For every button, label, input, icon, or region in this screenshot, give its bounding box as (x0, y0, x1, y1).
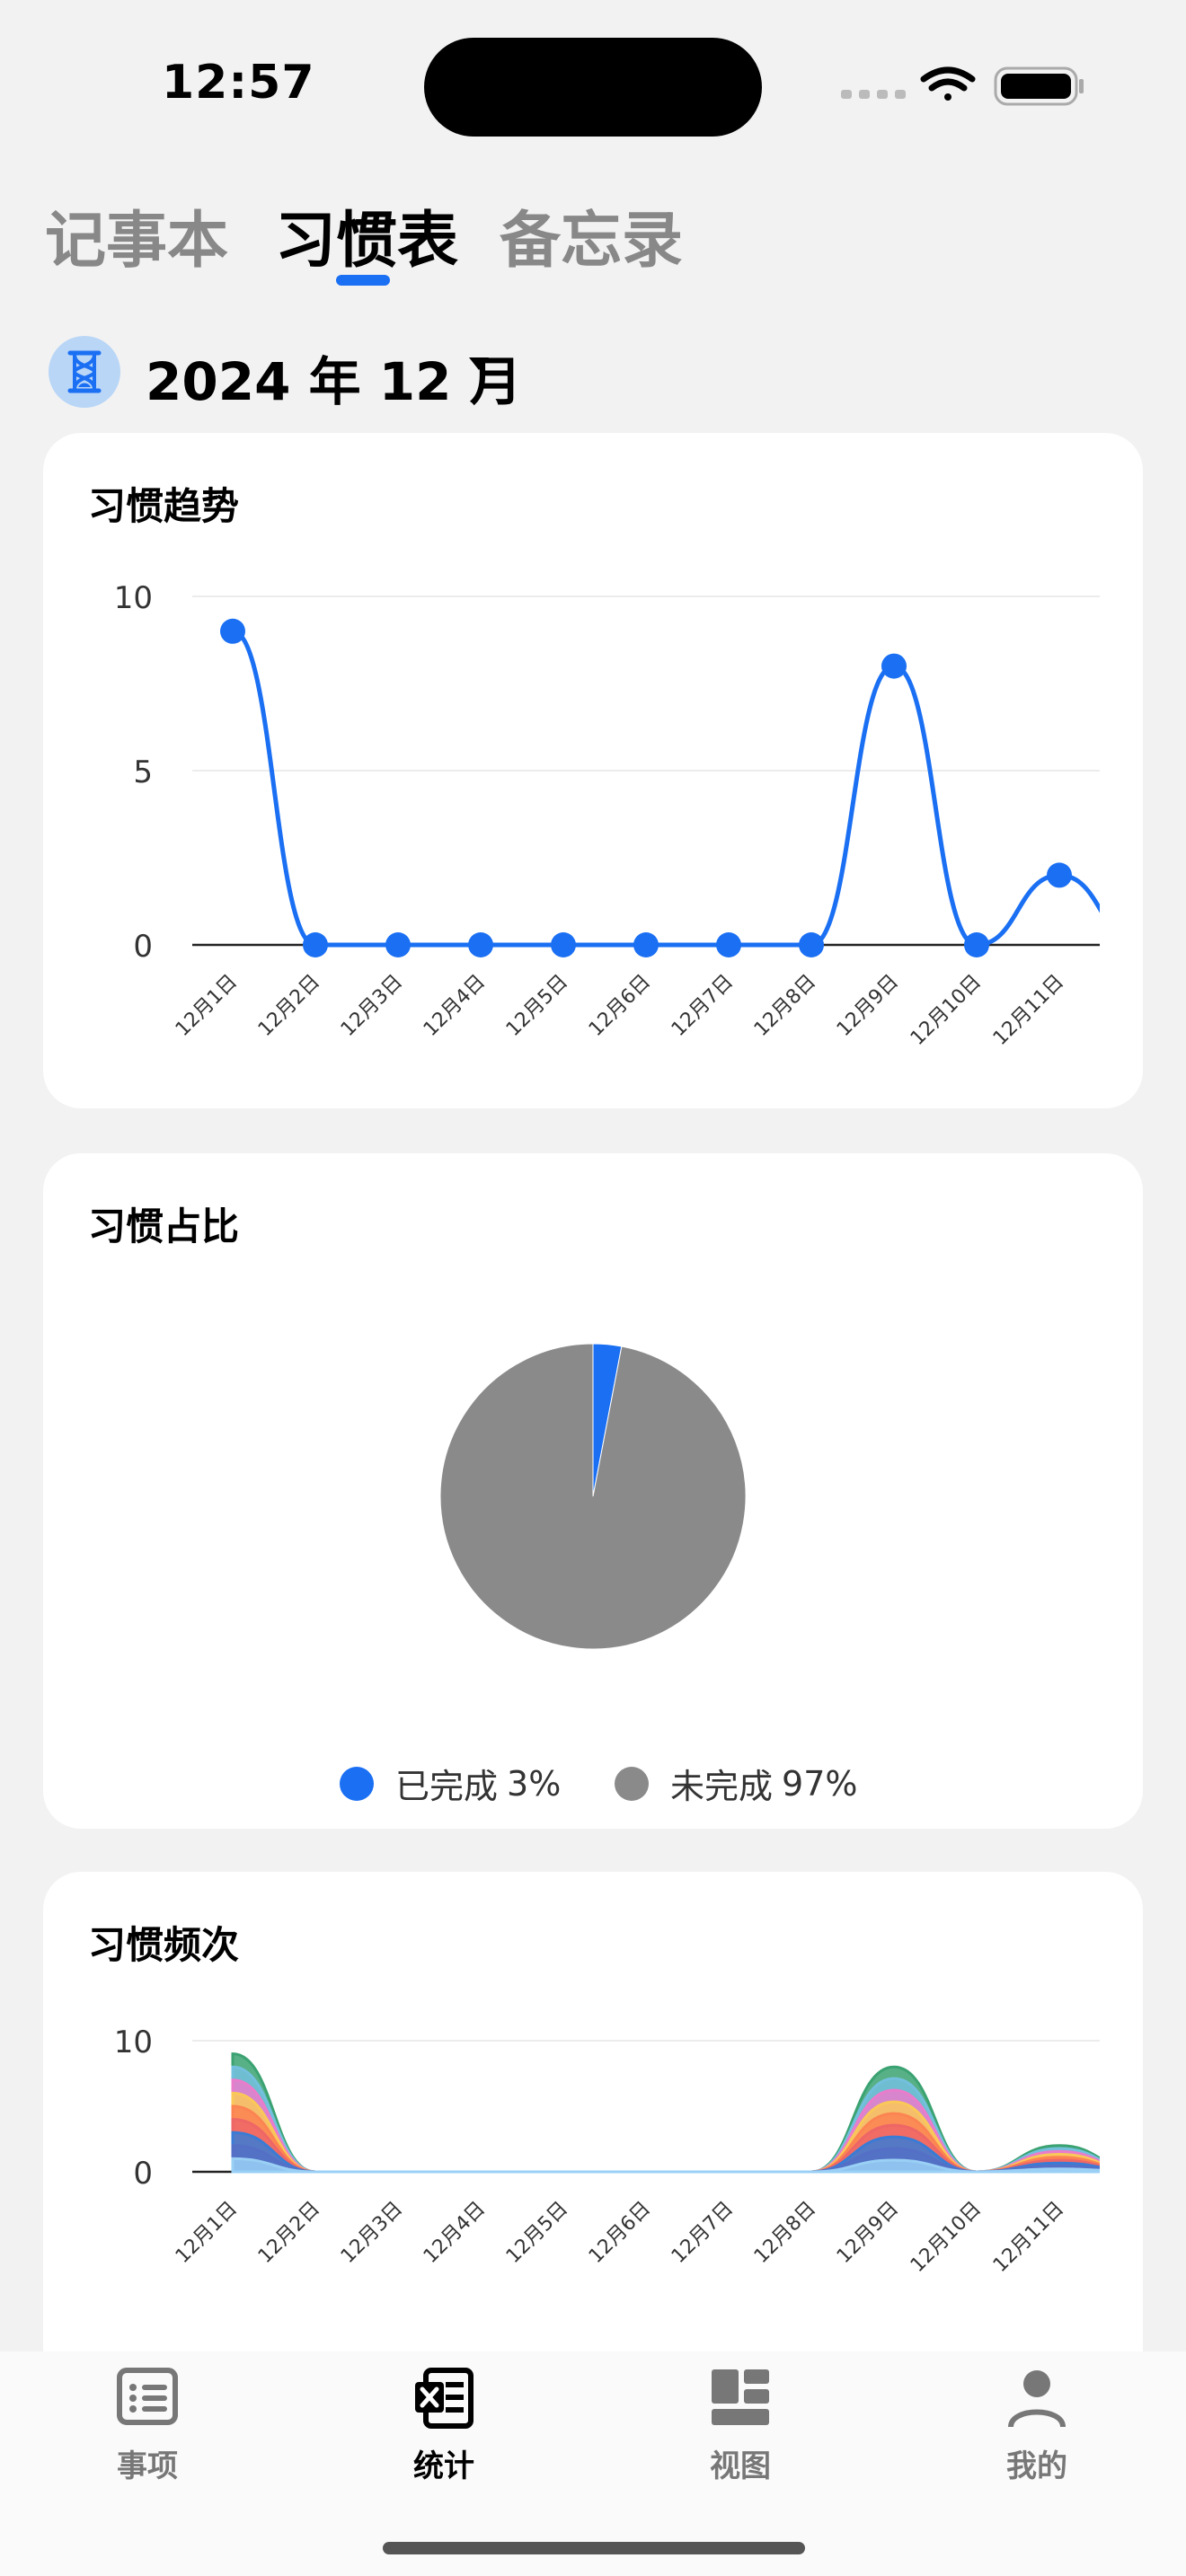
trend-card: 习惯趋势 0 5 10 12月1日 12月2日 12月3日 12月4日 12月5日 12月6日 1… (43, 433, 1143, 1108)
x-tick-label: 12月3日 (337, 2198, 407, 2268)
list-icon (117, 2368, 178, 2425)
x-tick-label: 12月11日 (989, 971, 1068, 1050)
x-tick-label: 12月8日 (750, 971, 820, 1041)
x-tick-label: 12月10日 (907, 2198, 986, 2277)
legend-item-incomplete[interactable]: 未完成 97% (615, 1759, 857, 1808)
x-tick-label: 12月10日 (907, 971, 986, 1050)
wifi-icon (920, 66, 976, 101)
y-tick-label: 5 (133, 754, 153, 790)
hourglass-icon[interactable] (49, 336, 120, 408)
nav-item-stats[interactable]: 统计 (372, 2351, 516, 2513)
y-tick-label: 10 (114, 580, 153, 616)
x-tick-label: 12月2日 (254, 971, 324, 1041)
frequency-area-layer (231, 2118, 1100, 2174)
trend-data-point (220, 618, 245, 644)
trend-data-point (468, 932, 493, 957)
profile-icon (1008, 2370, 1066, 2428)
x-tick-label: 12月7日 (668, 971, 738, 1041)
nav-item-tasks[interactable]: 事项 (75, 2351, 219, 2513)
x-tick-label: 12月4日 (420, 971, 490, 1041)
status-time: 12:57 (162, 56, 315, 110)
nav-label-views: 视图 (710, 2448, 771, 2484)
x-tick-label: 12月4日 (420, 2198, 490, 2268)
frequency-area-layer (231, 2091, 1100, 2174)
legend-item-completed[interactable]: 已完成 3% (340, 1759, 561, 1808)
x-tick-label: 12月1日 (172, 971, 242, 1041)
x-tick-label: 12月8日 (750, 2198, 820, 2268)
pie-slice-incomplete (439, 1343, 747, 1650)
trend-data-point (551, 932, 576, 957)
home-indicator (383, 2542, 805, 2554)
legend-value-incomplete: 97% (782, 1763, 858, 1804)
nav-item-views[interactable]: 视图 (668, 2351, 812, 2513)
x-tick-label: 12月9日 (833, 971, 903, 1041)
trend-data-point (881, 653, 907, 679)
nav-label-profile: 我的 (1006, 2448, 1067, 2484)
x-tick-label: 12月11日 (989, 2198, 1068, 2277)
tab-memo[interactable]: 备忘录 (500, 190, 683, 279)
frequency-area-layer (231, 2052, 1100, 2174)
nav-label-tasks: 事项 (117, 2448, 178, 2484)
x-tick-label: 12月6日 (585, 971, 655, 1041)
y-tick-label: 0 (133, 2156, 153, 2192)
tab-notebook[interactable]: 记事本 (45, 190, 228, 279)
frequency-area-layer (231, 2104, 1100, 2174)
tab-habits[interactable]: 习惯表 (275, 190, 458, 279)
legend-dot-completed (340, 1766, 374, 1801)
trend-data-point (385, 932, 411, 957)
x-tick-label: 12月7日 (668, 2198, 738, 2268)
trend-data-point (716, 932, 741, 957)
trend-data-point (633, 932, 659, 957)
trend-data-point (1047, 862, 1072, 888)
nav-item-profile[interactable]: 我的 (965, 2351, 1109, 2513)
x-tick-label: 12月2日 (254, 2198, 324, 2268)
trend-series-line (232, 629, 1100, 948)
y-tick-label: 0 (133, 929, 153, 965)
trend-line-chart[interactable]: 051012月1日 12月2日 12月3日 12月4日 12月5日 12月6日 12月7日 1… (43, 433, 1143, 1108)
frequency-area-layer (231, 2078, 1100, 2174)
dashboard-icon (712, 2369, 769, 2425)
x-tick-label: 12月6日 (585, 2198, 655, 2268)
battery-icon (994, 66, 1084, 106)
trend-data-point (964, 932, 989, 957)
cellular-signal-icon (841, 90, 906, 99)
x-tick-label: 12月9日 (833, 2198, 903, 2268)
legend-label-completed: 已完成 (395, 1767, 499, 1806)
y-tick-label: 10 (114, 2025, 153, 2060)
ratio-pie-chart[interactable] (43, 1153, 1143, 1829)
x-tick-label: 12月5日 (502, 2198, 572, 2268)
trend-data-point (303, 932, 328, 957)
frequency-card: 习惯频次 0 10 12月1日 12月2日 12月3日 12月4日 12月5日 12月6日 12… (43, 1872, 1143, 2429)
ratio-card: 习惯占比 已完成 3% 未完成 97% (43, 1153, 1143, 1829)
active-tab-indicator (336, 275, 390, 286)
x-tick-label: 12月5日 (502, 971, 572, 1041)
frequency-area-chart[interactable]: 01012月1日 12月2日 12月3日 12月4日 12月5日 12月6日 12月7日 12… (43, 1872, 1143, 2429)
legend-label-incomplete: 未完成 (670, 1767, 774, 1806)
x-tick-label: 12月1日 (172, 2198, 242, 2268)
frequency-area-layer (231, 2065, 1100, 2174)
chevron-down-icon[interactable] (469, 357, 489, 370)
spreadsheet-icon (415, 2368, 474, 2429)
legend-dot-incomplete (615, 1766, 649, 1801)
dynamic-island (424, 38, 762, 137)
status-icons (836, 63, 1087, 108)
month-selector-label[interactable]: 2024 年 12 月 (146, 340, 522, 415)
legend-value-completed: 3% (507, 1763, 562, 1804)
nav-label-stats: 统计 (413, 2448, 474, 2484)
x-tick-label: 12月3日 (337, 971, 407, 1041)
trend-data-point (799, 932, 824, 957)
